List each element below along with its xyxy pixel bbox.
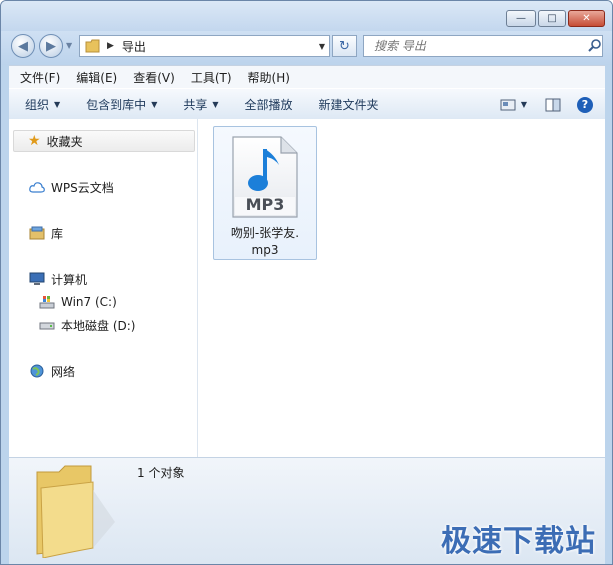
- forward-button[interactable]: ▶: [39, 34, 63, 58]
- star-icon: ★: [28, 133, 41, 149]
- cloud-icon: [29, 182, 45, 193]
- folder-icon: [85, 39, 100, 53]
- play-all-label: 全部播放: [244, 98, 293, 112]
- command-toolbar: 组织 ▼ 包含到库中 ▼ 共享 ▼ 全部播放 新建文件夹 ▼ ?: [9, 88, 605, 121]
- include-in-library-label: 包含到库中: [86, 98, 147, 112]
- address-dropdown-icon[interactable]: ▼: [319, 42, 325, 51]
- address-bar[interactable]: ▶ 导出 ▼: [79, 35, 330, 57]
- share-button[interactable]: 共享 ▼: [177, 94, 224, 116]
- new-folder-label: 新建文件夹: [318, 98, 379, 112]
- minimize-button[interactable]: —: [506, 10, 536, 27]
- explorer-window: — □ ✕ ◀ ▶ ▼ ▶ 导出 ▼ ↻ 搜索 导出 文件(F) 编辑(E) 查…: [0, 0, 613, 565]
- menu-file[interactable]: 文件(F): [15, 69, 65, 86]
- organize-label: 组织: [25, 98, 50, 112]
- sidebar-item-label: 本地磁盘 (D:): [61, 318, 136, 333]
- file-name: 吻别-张学友. mp3: [214, 225, 316, 259]
- view-icon: [500, 99, 516, 110]
- system-drive-icon: [39, 296, 55, 309]
- chevron-down-icon: ▼: [212, 100, 219, 109]
- organize-button[interactable]: 组织 ▼: [19, 94, 66, 116]
- title-bar: — □ ✕: [1, 1, 612, 31]
- maximize-button[interactable]: □: [538, 10, 566, 27]
- back-button[interactable]: ◀: [11, 34, 35, 58]
- chevron-down-icon: ▼: [520, 100, 527, 109]
- close-button[interactable]: ✕: [568, 10, 605, 27]
- large-folder-icon: [36, 465, 115, 558]
- sidebar-item-label: 收藏夹: [46, 134, 83, 149]
- menu-edit[interactable]: 编辑(E): [71, 69, 122, 86]
- sidebar-item-favorites[interactable]: ★ 收藏夹: [13, 130, 195, 152]
- sidebar-item-computer[interactable]: 计算机: [29, 268, 87, 290]
- sidebar-item-network[interactable]: 网络: [29, 360, 75, 382]
- share-label: 共享: [183, 98, 208, 112]
- details-pane: 1 个对象 极速下载站: [9, 457, 605, 564]
- content-area: ★ 收藏夹 WPS云文档 库 计算机 Win7 (C:) 本地磁盘 (D:) 网…: [9, 119, 605, 457]
- file-name-line2: mp3: [251, 243, 279, 257]
- preview-pane-icon: [545, 98, 561, 111]
- item-count: 1 个对象: [137, 466, 185, 480]
- sidebar-item-label: 库: [51, 226, 64, 241]
- play-all-button[interactable]: 全部播放: [239, 94, 299, 116]
- help-button[interactable]: ?: [571, 94, 599, 116]
- breadcrumb-arrow-icon[interactable]: ▶: [107, 41, 114, 51]
- sidebar-item-libraries[interactable]: 库: [29, 222, 63, 244]
- include-in-library-button[interactable]: 包含到库中 ▼: [80, 94, 163, 116]
- search-icon[interactable]: [588, 39, 602, 53]
- chevron-down-icon: ▼: [54, 100, 61, 109]
- menu-view[interactable]: 查看(V): [128, 69, 180, 86]
- navigation-pane: ★ 收藏夹 WPS云文档 库 计算机 Win7 (C:) 本地磁盘 (D:) 网…: [9, 119, 198, 457]
- file-type-badge: MP3: [245, 195, 285, 214]
- computer-icon: [29, 272, 45, 285]
- address-path[interactable]: 导出: [122, 38, 146, 55]
- recent-pages-dropdown[interactable]: ▼: [66, 41, 72, 50]
- sidebar-item-label: Win7 (C:): [61, 295, 117, 309]
- menu-bar: 文件(F) 编辑(E) 查看(V) 工具(T) 帮助(H): [9, 65, 605, 89]
- new-folder-button[interactable]: 新建文件夹: [313, 94, 385, 116]
- sidebar-item-label: 计算机: [51, 272, 88, 287]
- back-arrow-icon: ◀: [18, 38, 28, 54]
- forward-arrow-icon: ▶: [46, 38, 56, 54]
- navigation-bar: ◀ ▶ ▼ ▶ 导出 ▼ ↻: [1, 31, 612, 65]
- preview-pane-button[interactable]: [539, 94, 567, 116]
- sidebar-item-wps-cloud[interactable]: WPS云文档: [29, 176, 114, 198]
- hard-drive-icon: [39, 322, 55, 330]
- search-input[interactable]: [372, 38, 585, 54]
- sidebar-item-drive-d[interactable]: 本地磁盘 (D:): [39, 314, 135, 336]
- sidebar-item-label: WPS云文档: [51, 180, 114, 195]
- file-name-line1: 吻别-张学友.: [230, 226, 300, 240]
- sidebar-item-drive-c[interactable]: Win7 (C:): [39, 291, 117, 313]
- watermark-text: 极速下载站: [441, 524, 596, 559]
- sidebar-item-label: 网络: [51, 364, 76, 379]
- change-view-button[interactable]: ▼: [494, 94, 533, 116]
- file-item[interactable]: MP3 吻别-张学友. mp3: [213, 126, 317, 260]
- refresh-icon: ↻: [339, 38, 350, 54]
- network-icon: [30, 364, 44, 378]
- library-icon: [29, 226, 45, 240]
- help-icon: ?: [577, 96, 593, 113]
- chevron-down-icon: ▼: [151, 100, 158, 109]
- menu-help[interactable]: 帮助(H): [243, 69, 295, 86]
- menu-tools[interactable]: 工具(T): [186, 69, 237, 86]
- search-box: [363, 35, 603, 57]
- refresh-button[interactable]: ↻: [332, 35, 357, 57]
